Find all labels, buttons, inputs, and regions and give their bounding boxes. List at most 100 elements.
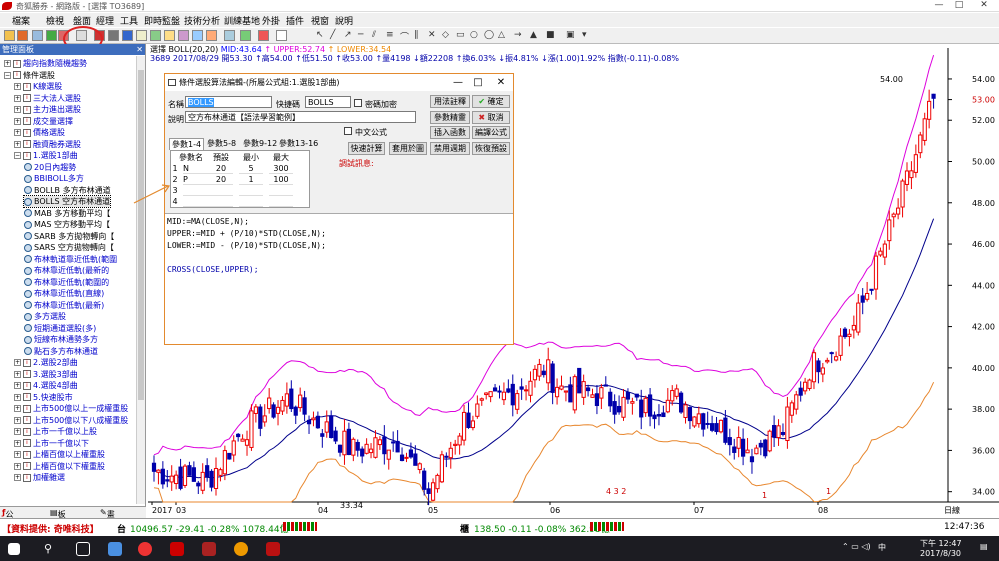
tree-item[interactable]: MAS 空方移動平均【 xyxy=(24,219,110,230)
tree-item[interactable]: + i 上市500億以下八成權重股 xyxy=(14,415,128,426)
line-tool-icon[interactable]: ╱ xyxy=(330,30,335,40)
collapse-icon[interactable]: − xyxy=(14,152,21,159)
param-default[interactable] xyxy=(209,197,233,207)
tab-draw[interactable]: ✎ 畫線 xyxy=(100,508,115,530)
param-max[interactable] xyxy=(269,197,293,207)
tree-item[interactable]: SARB 多方拋物轉向【 xyxy=(24,231,114,242)
param-name[interactable]: N xyxy=(183,164,209,174)
expand-icon[interactable]: + xyxy=(14,462,21,470)
menu-training[interactable]: 訓練基地 xyxy=(224,14,260,27)
expand-icon[interactable]: + xyxy=(14,359,21,366)
layout-icon[interactable] xyxy=(206,30,217,41)
text-tool-icon[interactable]: △ xyxy=(498,30,505,40)
ok-button[interactable]: ✔ 確定 xyxy=(472,95,510,108)
grid-icon[interactable] xyxy=(32,30,43,41)
tree-item[interactable]: + i 主力進出選股 xyxy=(14,104,81,115)
arc-tool-icon[interactable]: ⌒ xyxy=(400,30,409,43)
dialog-minimize-button[interactable]: — xyxy=(450,74,466,91)
name-input[interactable]: BOLLS xyxy=(185,96,272,108)
calc-icon[interactable] xyxy=(136,30,147,41)
app-icon-3[interactable] xyxy=(234,542,248,556)
dialog-close-button[interactable]: ✕ xyxy=(493,74,509,91)
mark-tool-icon[interactable]: ▲ xyxy=(530,30,537,40)
start-icon[interactable] xyxy=(8,543,20,555)
param-name[interactable] xyxy=(183,186,209,196)
tree-item[interactable]: + i 上市一千億以上股 xyxy=(14,426,97,437)
code-editor[interactable]: MID:=MA(CLOSE,N); UPPER:=MID + (P/10)*STD… xyxy=(165,213,513,344)
refresh-icon[interactable] xyxy=(46,30,57,41)
param-min[interactable]: 1 xyxy=(239,175,263,185)
tile-icon[interactable] xyxy=(224,30,235,41)
param-default[interactable] xyxy=(209,186,233,196)
fib-tool-icon[interactable]: ≡ xyxy=(386,30,394,40)
arrow-tool-icon[interactable]: → xyxy=(514,30,522,40)
trend-icon[interactable] xyxy=(240,30,251,41)
save-icon[interactable] xyxy=(17,30,28,41)
delete-tool-icon[interactable]: ▾ xyxy=(582,30,587,40)
expand-icon[interactable]: + xyxy=(4,60,11,67)
tab-params-13-16[interactable]: 參數13-16 xyxy=(277,138,320,150)
expand-icon[interactable]: + xyxy=(14,382,21,389)
scroll-thumb[interactable] xyxy=(138,70,144,400)
tree-item[interactable]: + i 5.快速股市 xyxy=(14,392,73,403)
index-icon[interactable] xyxy=(258,30,269,41)
apply-chart-button[interactable]: 套用於圖 xyxy=(389,142,427,155)
menu-window[interactable]: 視窗 xyxy=(311,14,329,27)
app-icon-4[interactable] xyxy=(266,542,280,556)
menu-monitor[interactable]: 即時監盤 xyxy=(144,14,180,27)
param-min[interactable] xyxy=(239,186,263,196)
task-view-icon[interactable] xyxy=(76,542,90,556)
panel-close-icon[interactable]: ✕ xyxy=(136,44,143,55)
tree-item[interactable]: + i 成交量選擇 xyxy=(14,116,73,127)
usage-button[interactable]: 用法註釋 xyxy=(430,95,470,108)
explorer-icon[interactable] xyxy=(108,542,122,556)
star-icon[interactable] xyxy=(164,30,175,41)
cycle-tool-icon[interactable]: ∥ xyxy=(414,30,419,40)
expand-icon[interactable]: + xyxy=(14,451,21,458)
expand-icon[interactable]: + xyxy=(14,117,21,125)
tree-item[interactable]: 多方選股 xyxy=(24,311,66,322)
tab-params-1-4[interactable]: 參數1-4 xyxy=(169,138,205,150)
close-button[interactable]: ✕ xyxy=(975,0,993,10)
tree-item[interactable]: + i 2.選股2部曲 xyxy=(14,357,78,368)
param-name[interactable]: P xyxy=(183,175,209,185)
tray-icons[interactable]: ⌃ ▭ ◁) xyxy=(842,542,871,551)
zoom-icon[interactable] xyxy=(122,30,133,41)
tree-item[interactable]: BOLLB 多方布林通道 xyxy=(24,185,111,196)
tree-item[interactable]: 布林軌道靠近低軌(範圍 xyxy=(24,254,117,265)
maximize-button[interactable]: □ xyxy=(950,0,968,10)
chrome-icon[interactable] xyxy=(138,542,152,556)
expand-icon[interactable]: + xyxy=(14,439,21,447)
tab-sector[interactable]: ▤ 板塊 xyxy=(50,508,66,530)
menu-tech[interactable]: 技術分析 xyxy=(184,14,220,27)
compile-button[interactable]: 編譯公式 xyxy=(472,126,510,139)
notification-icon[interactable]: ▤ xyxy=(980,542,988,551)
camera-icon[interactable] xyxy=(108,30,119,41)
tree-item[interactable]: + i K線選股 xyxy=(14,81,62,92)
tree-item[interactable]: + i 價格選股 xyxy=(14,127,65,138)
menu-manager[interactable]: 經理 xyxy=(96,14,114,27)
expand-icon[interactable]: + xyxy=(14,83,21,90)
tree-item[interactable]: − i 1.選股1部曲 xyxy=(14,150,78,161)
diamond-tool-icon[interactable]: ◇ xyxy=(442,30,449,40)
search-icon[interactable]: ⚲ xyxy=(44,542,52,555)
insert-function-button[interactable]: 插入函數 xyxy=(430,126,470,139)
expand-icon[interactable]: + xyxy=(14,416,21,424)
collapse-icon[interactable]: − xyxy=(4,71,11,79)
shortcut-input[interactable]: BOLLS xyxy=(305,96,351,108)
tree-item[interactable]: + i 上櫃百億以下權重股 xyxy=(14,461,105,472)
tree-item[interactable]: + i 4.選股4部曲 xyxy=(14,380,78,391)
expand-icon[interactable]: + xyxy=(14,405,21,412)
app-icon-2[interactable] xyxy=(202,542,216,556)
tree-item[interactable]: 點石多方布林通道 xyxy=(24,346,98,357)
quick-calc-button[interactable]: 快速計算 xyxy=(348,142,385,155)
color-tool-icon[interactable]: ■ xyxy=(546,30,555,40)
param-min[interactable]: 5 xyxy=(239,164,263,174)
hline-tool-icon[interactable]: ─ xyxy=(358,30,363,40)
tab-params-5-8[interactable]: 參數5-8 xyxy=(205,138,238,150)
menu-addon[interactable]: 插件 xyxy=(286,14,304,27)
app-icon-1[interactable] xyxy=(170,542,184,556)
tree-item[interactable]: + i 三大法人選股 xyxy=(14,93,81,104)
menu-file[interactable]: 檔案 xyxy=(12,14,30,27)
blank-icon[interactable] xyxy=(276,30,287,41)
